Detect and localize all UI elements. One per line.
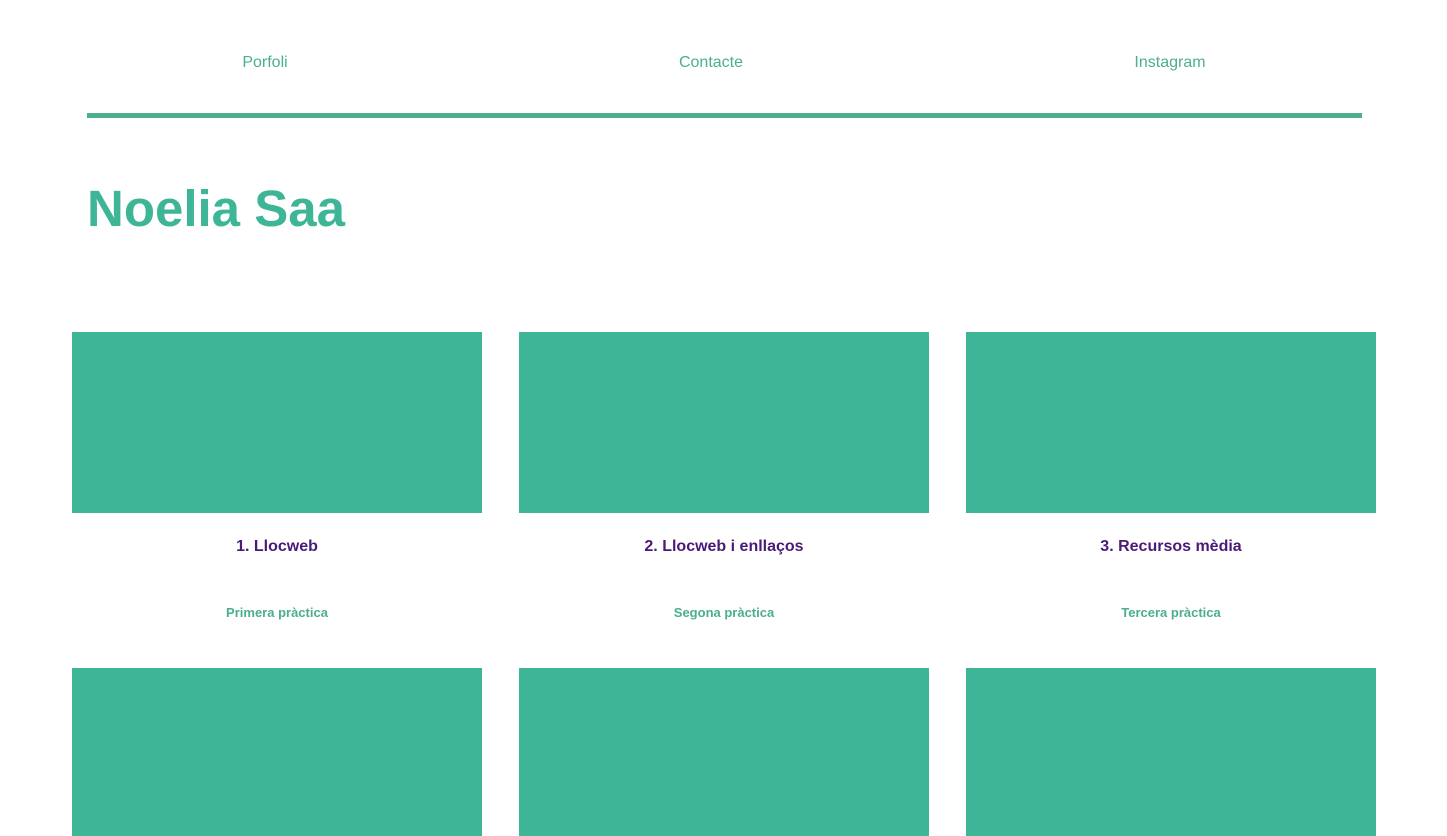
top-nav: Porfoli Contacte Instagram	[0, 0, 1447, 120]
card-thumbnail-5[interactable]	[519, 668, 929, 836]
card-subtitle-1: Primera pràctica	[226, 605, 328, 620]
card-title-2[interactable]: 2. Llocweb i enllaços	[519, 538, 929, 556]
card-title-1[interactable]: 1. Llocweb	[72, 538, 482, 556]
nav-link-porfoli[interactable]: Porfoli	[242, 54, 287, 72]
card-title-3[interactable]: 3. Recursos mèdia	[966, 538, 1376, 556]
page: Porfoli Contacte Instagram Noelia Saa 1.…	[0, 0, 1447, 836]
card-subtitle-2: Segona pràctica	[673, 605, 775, 620]
card-thumbnail-1[interactable]	[72, 332, 482, 513]
card-thumbnail-3[interactable]	[966, 332, 1376, 513]
card-thumbnail-2[interactable]	[519, 332, 929, 513]
card-thumbnail-6[interactable]	[966, 668, 1376, 836]
site-title: Noelia Saa	[87, 180, 345, 237]
nav-link-instagram[interactable]: Instagram	[1134, 54, 1205, 72]
nav-divider	[87, 113, 1362, 118]
card-subtitle-3: Tercera pràctica	[1121, 605, 1221, 620]
nav-link-contacte[interactable]: Contacte	[679, 54, 743, 72]
card-thumbnail-4[interactable]	[72, 668, 482, 836]
